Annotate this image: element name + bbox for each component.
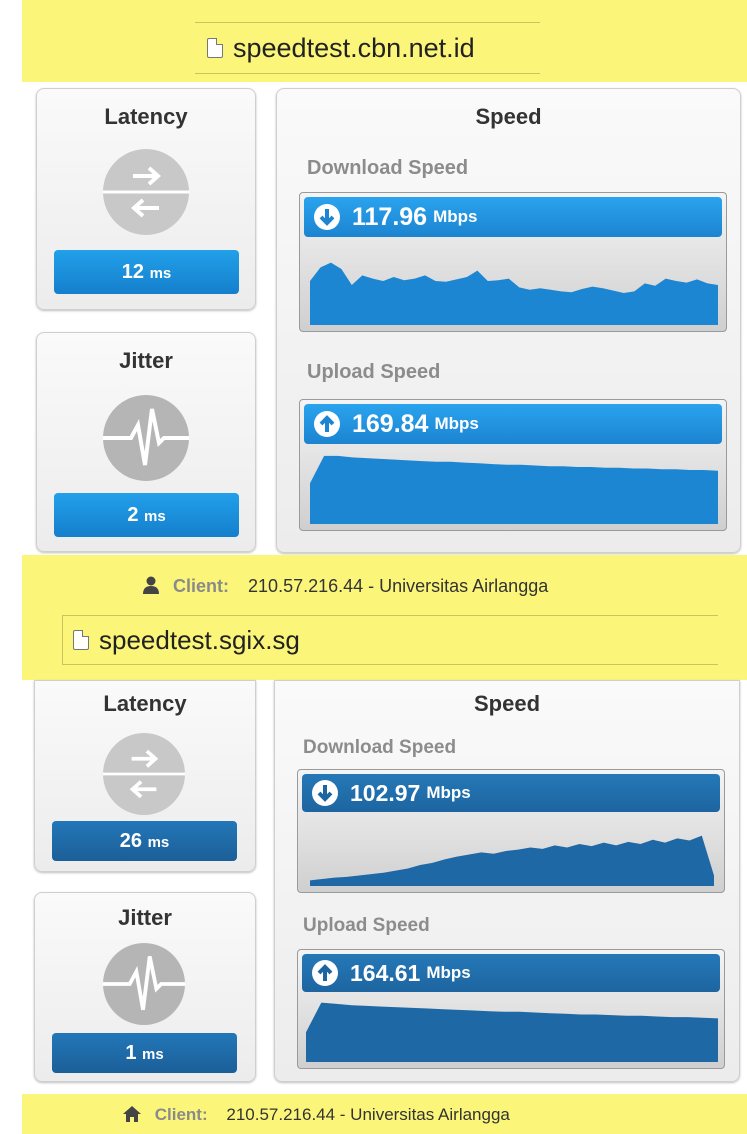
url-bar-1[interactable]: speedtest.cbn.net.id xyxy=(195,22,540,74)
client-text: 210.57.216.44 - Universitas Airlangga xyxy=(226,1105,510,1124)
speed-title: Speed xyxy=(473,691,541,716)
upload-area-chart xyxy=(310,455,718,524)
speed-area xyxy=(306,1002,718,1062)
arrows-icon xyxy=(103,733,185,815)
jitter-unit: ms xyxy=(144,508,166,525)
jitter-card: Jitter 2 ms xyxy=(36,332,256,552)
download-arrow-icon xyxy=(312,780,338,806)
upload-label: Upload Speed xyxy=(303,915,430,936)
client-text: 210.57.216.44 - Universitas Airlangga xyxy=(248,576,549,596)
client-label: Client: xyxy=(154,1105,208,1124)
upload-area-chart xyxy=(306,1002,718,1062)
url-text: speedtest.cbn.net.id xyxy=(233,32,475,63)
download-value-bar: 102.97 Mbps xyxy=(302,774,720,812)
jitter-title: Jitter xyxy=(118,905,172,930)
download-label: Download Speed xyxy=(303,737,457,758)
upload-value-bar: 169.84 Mbps xyxy=(304,404,722,444)
document-icon xyxy=(73,630,89,650)
download-unit: Mbps xyxy=(433,207,478,226)
client-label: Client: xyxy=(173,576,230,596)
upload-graph: 164.61 Mbps xyxy=(297,949,725,1069)
pulse-icon xyxy=(103,943,185,1025)
speed-area xyxy=(310,835,714,886)
upload-value-bar: 164.61 Mbps xyxy=(302,954,720,992)
latency-value-pill: 12 ms xyxy=(54,250,239,294)
arrows-icon xyxy=(103,149,189,235)
upload-unit: Mbps xyxy=(426,963,471,982)
home-icon xyxy=(123,1106,141,1122)
upload-arrow-icon xyxy=(312,960,338,986)
latency-title: Latency xyxy=(104,104,188,129)
jitter-unit: ms xyxy=(142,1046,164,1063)
client-info: Client: 210.57.216.44 - Universitas Airl… xyxy=(122,1105,510,1125)
download-area-chart xyxy=(310,835,714,886)
jitter-title: Jitter xyxy=(119,348,173,373)
download-unit: Mbps xyxy=(426,783,471,802)
latency-unit: ms xyxy=(147,834,170,851)
download-value-bar: 117.96 Mbps xyxy=(304,197,722,237)
speed-title: Speed xyxy=(475,104,542,129)
url-bar-2[interactable]: speedtest.sgix.sg xyxy=(62,615,718,665)
jitter-value: 2 xyxy=(127,504,139,526)
upload-label: Upload Speed xyxy=(307,361,441,383)
latency-value: 26 xyxy=(119,830,142,852)
jitter-card: Jitter 1 ms xyxy=(34,892,256,1082)
pulse-icon xyxy=(103,395,189,481)
download-value: 117.96 xyxy=(352,202,428,231)
latency-card: Latency 12 ms xyxy=(36,88,256,310)
upload-graph: 169.84 Mbps xyxy=(299,399,727,531)
download-graph: 117.96 Mbps xyxy=(299,192,727,332)
download-graph: 102.97 Mbps xyxy=(297,769,725,893)
upload-value: 169.84 xyxy=(352,409,429,438)
latency-value-pill: 26 ms xyxy=(52,821,237,861)
url-text: speedtest.sgix.sg xyxy=(99,624,300,655)
jitter-value-pill: 1 ms xyxy=(52,1033,237,1073)
latency-card: Latency 26 ms xyxy=(34,680,256,872)
upload-unit: Mbps xyxy=(434,414,479,433)
speed-card: Speed Download Speed 117.96 Mbps Upload … xyxy=(276,88,741,553)
speed-area xyxy=(310,262,718,325)
speed-card: Speed Download Speed 102.97 Mbps Upload … xyxy=(274,680,740,1082)
upload-value: 164.61 xyxy=(350,959,421,986)
latency-value: 12 xyxy=(121,261,144,283)
latency-unit: ms xyxy=(149,265,172,282)
document-icon xyxy=(207,38,223,58)
download-label: Download Speed xyxy=(307,157,469,179)
jitter-value: 1 xyxy=(125,1042,137,1064)
user-icon xyxy=(143,576,159,594)
download-area-chart xyxy=(310,262,718,325)
jitter-value-pill: 2 ms xyxy=(54,493,239,537)
speed-area xyxy=(310,455,718,524)
client-info: Client: 210.57.216.44 - Universitas Airl… xyxy=(142,576,548,597)
download-arrow-icon xyxy=(314,204,340,230)
upload-arrow-icon xyxy=(314,411,340,437)
latency-title: Latency xyxy=(103,691,187,716)
download-value: 102.97 xyxy=(350,779,421,806)
